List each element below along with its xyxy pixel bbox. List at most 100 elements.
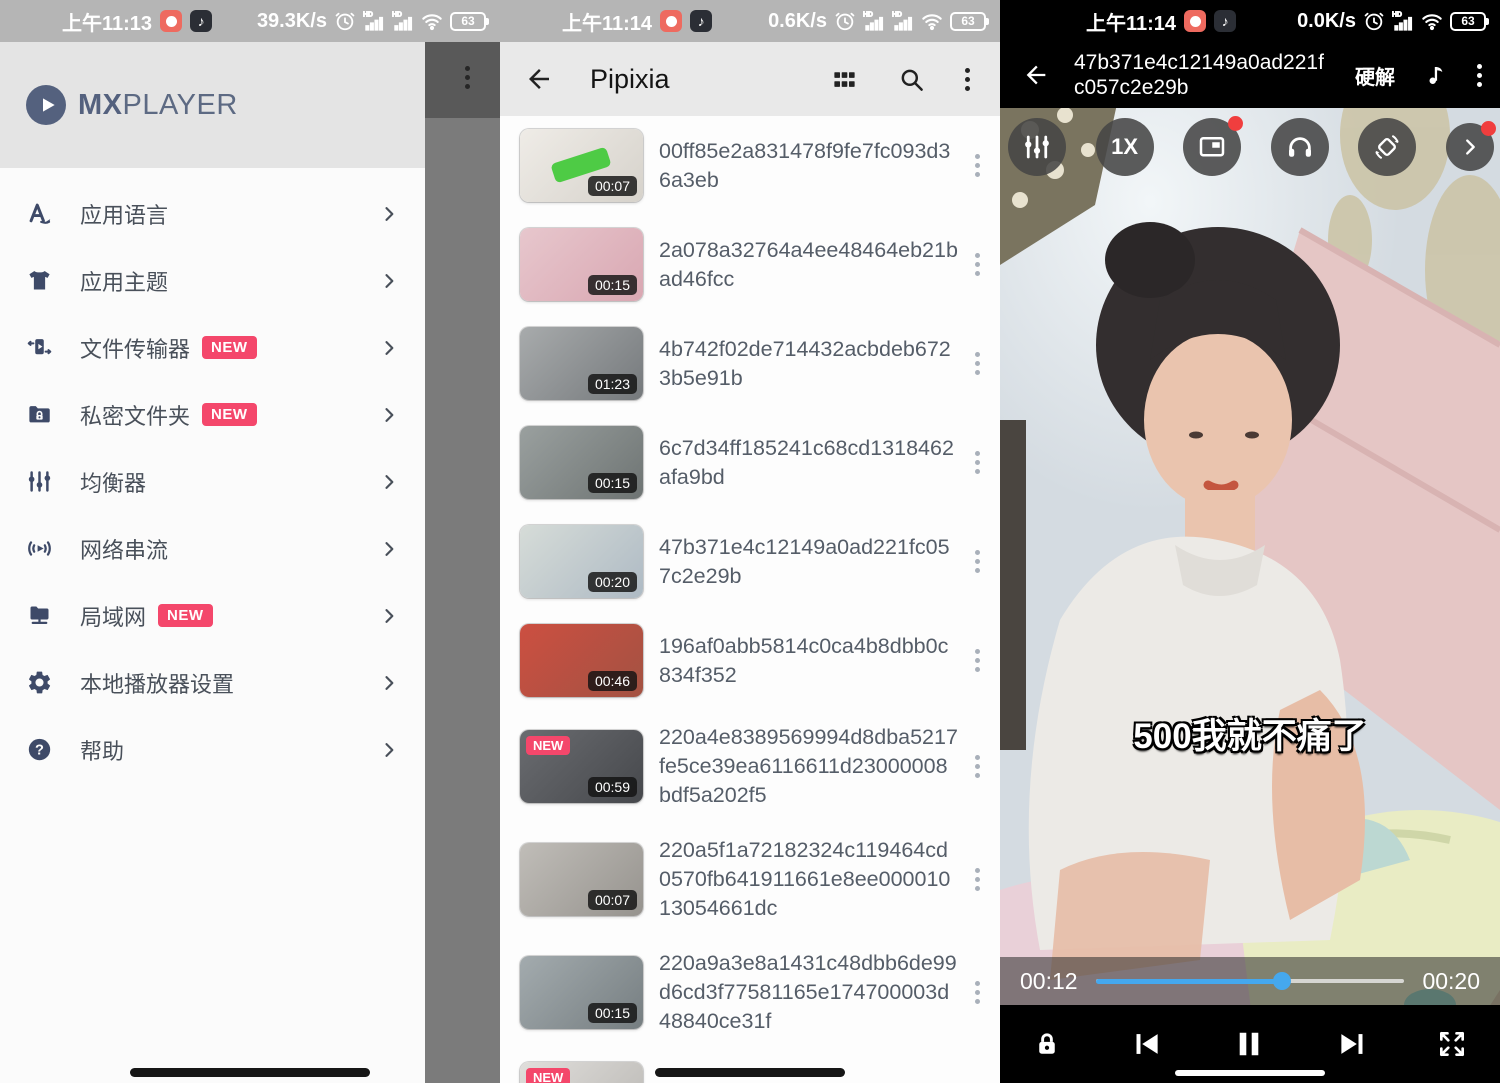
video-thumbnail[interactable]: NEW <box>520 1062 643 1083</box>
playback-speed-button[interactable]: 1X <box>1096 118 1154 176</box>
lock-button[interactable] <box>1032 1029 1062 1059</box>
video-frame <box>1000 90 1500 1083</box>
drawer-menu-item[interactable]: 网络串流 <box>0 515 425 582</box>
drawer-menu-item[interactable]: 均衡器 <box>0 448 425 515</box>
theme-icon <box>26 267 53 294</box>
more-button[interactable] <box>965 68 970 91</box>
more-button[interactable] <box>1477 64 1482 87</box>
wifi-icon <box>1421 10 1443 32</box>
chevron-right-icon <box>379 673 399 693</box>
tiktok-icon: ♪ <box>690 10 712 32</box>
video-thumbnail[interactable]: 00:15 <box>520 956 643 1029</box>
video-thumbnail[interactable]: NEW 00:59 <box>520 730 643 803</box>
item-more-button[interactable] <box>975 649 980 672</box>
home-indicator[interactable] <box>1175 1070 1325 1076</box>
item-more-button[interactable] <box>975 253 980 276</box>
drawer-menu-item[interactable]: 局域网 NEW <box>0 582 425 649</box>
duration-badge: 00:15 <box>588 275 637 295</box>
screen-record-icon <box>660 10 682 32</box>
notification-dot <box>1228 116 1243 131</box>
video-thumbnail[interactable]: 00:46 <box>520 624 643 697</box>
chevron-right-icon <box>379 539 399 559</box>
drawer-scrim[interactable] <box>425 42 500 1083</box>
grid-view-button[interactable] <box>831 66 858 93</box>
drawer-menu-item[interactable]: 私密文件夹 NEW <box>0 381 425 448</box>
navigation-drawer: MXPLAYER 应用语言 应用主题 文件传输器 NEW 私密文件夹 NEW 均… <box>0 42 425 1083</box>
item-more-button[interactable] <box>975 981 980 1004</box>
home-indicator[interactable] <box>655 1068 845 1077</box>
pause-button[interactable] <box>1231 1026 1267 1062</box>
list-item[interactable]: 00:15 2a078a32764a4ee48464eb21bad46fcc <box>500 215 1000 314</box>
back-button[interactable] <box>524 64 554 94</box>
drawer-header: MXPLAYER <box>0 42 425 168</box>
chevron-right-icon <box>379 271 399 291</box>
video-thumbnail[interactable]: 00:15 <box>520 228 643 301</box>
brand-wordmark: MXPLAYER <box>78 89 238 122</box>
video-thumbnail[interactable]: 00:07 <box>520 129 643 202</box>
equalizer-button[interactable] <box>1008 118 1066 176</box>
next-button[interactable] <box>1335 1027 1369 1061</box>
screen-record-icon <box>1184 10 1206 32</box>
tiktok-icon: ♪ <box>190 10 212 32</box>
drawer-menu-item[interactable]: 文件传输器 NEW <box>0 314 425 381</box>
item-more-button[interactable] <box>975 868 980 891</box>
item-more-button[interactable] <box>975 550 980 573</box>
wifi-icon <box>421 10 443 32</box>
expand-more-controls-button[interactable] <box>1446 123 1494 171</box>
drawer-menu-item[interactable]: 应用语言 <box>0 180 425 247</box>
dimmed-app-bar <box>425 42 500 118</box>
menu-item-label: 帮助 <box>80 734 124 766</box>
wifi-icon <box>921 10 943 32</box>
chevron-right-icon <box>379 338 399 358</box>
fullscreen-button[interactable] <box>1436 1028 1468 1060</box>
item-more-button[interactable] <box>975 154 980 177</box>
home-indicator[interactable] <box>130 1068 370 1077</box>
back-button[interactable] <box>1022 61 1050 89</box>
chevron-right-icon <box>379 204 399 224</box>
search-button[interactable] <box>898 66 925 93</box>
app-bar: Pipixia <box>500 42 1000 116</box>
video-subtitle: 500我就不痛了 <box>1000 708 1500 759</box>
chevron-right-icon <box>379 472 399 492</box>
new-badge: NEW <box>202 336 257 359</box>
drawer-menu-item[interactable]: 帮助 <box>0 716 425 783</box>
list-item[interactable]: 00:07 00ff85e2a831478f9fe7fc093d36a3eb <box>500 116 1000 215</box>
duration-badge: 00:46 <box>588 671 637 691</box>
file-name: 220a5f1a72182324c119464cd0570fb641911661… <box>659 836 959 923</box>
list-item[interactable]: NEW 00:59 220a4e8389569994d8dba5217fe5ce… <box>500 710 1000 823</box>
seek-handle[interactable] <box>1273 972 1291 990</box>
pip-button[interactable] <box>1183 118 1241 176</box>
audio-track-button[interactable] <box>1423 62 1449 88</box>
video-thumbnail[interactable]: 00:15 <box>520 426 643 499</box>
rotate-button[interactable] <box>1358 118 1416 176</box>
video-surface[interactable]: 500我就不痛了 <box>1000 90 1500 1083</box>
item-more-button[interactable] <box>975 352 980 375</box>
video-thumbnail[interactable]: 00:07 <box>520 843 643 916</box>
video-thumbnail[interactable]: 00:20 <box>520 525 643 598</box>
new-badge: NEW <box>158 604 213 627</box>
list-item[interactable]: 00:15 220a9a3e8a1431c48dbb6de99d6cd3f775… <box>500 936 1000 1049</box>
seek-slider[interactable] <box>1096 972 1405 990</box>
item-more-button[interactable] <box>975 451 980 474</box>
decoder-toggle[interactable]: 硬解 <box>1355 61 1395 90</box>
alarm-icon <box>834 10 856 32</box>
duration-badge: 00:20 <box>588 572 637 592</box>
file-name: 2a078a32764a4ee48464eb21bad46fcc <box>659 236 959 294</box>
folderlock-icon <box>26 401 53 428</box>
list-item[interactable]: NEW 220a3804fc03a394af0b8a84e2 <box>500 1049 1000 1083</box>
previous-button[interactable] <box>1130 1027 1164 1061</box>
list-item[interactable]: 00:07 220a5f1a72182324c119464cd0570fb641… <box>500 823 1000 936</box>
list-item[interactable]: 00:20 47b371e4c12149a0ad221fc057c2e29b <box>500 512 1000 611</box>
list-item[interactable]: 01:23 4b742f02de714432acbdeb6723b5e91b <box>500 314 1000 413</box>
signal-icon <box>1392 10 1414 32</box>
headset-button[interactable] <box>1271 118 1329 176</box>
clock-text: 上午11:14 <box>1086 7 1176 36</box>
file-name: 4b742f02de714432acbdeb6723b5e91b <box>659 335 959 393</box>
list-item[interactable]: 00:15 6c7d34ff185241c68cd1318462afa9bd <box>500 413 1000 512</box>
drawer-menu-item[interactable]: 应用主题 <box>0 247 425 314</box>
video-thumbnail[interactable]: 01:23 <box>520 327 643 400</box>
item-more-button[interactable] <box>975 755 980 778</box>
list-item[interactable]: 00:46 196af0abb5814c0ca4b8dbb0c834f352 <box>500 611 1000 710</box>
tiktok-icon: ♪ <box>1214 10 1236 32</box>
drawer-menu-item[interactable]: 本地播放器设置 <box>0 649 425 716</box>
